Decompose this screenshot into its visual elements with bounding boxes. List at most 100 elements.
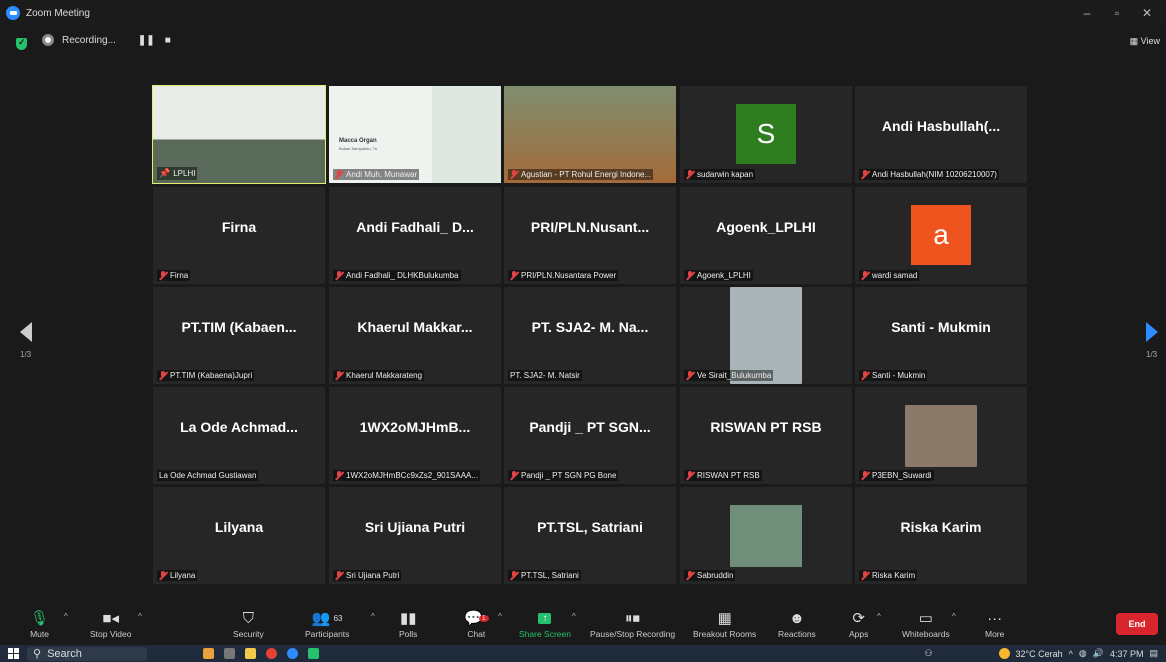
weather-sun-icon[interactable] [998, 648, 1010, 659]
participant-tile[interactable]: RISWAN PT RSB RISWAN PT RSB [680, 387, 852, 484]
meeting-status-bar: Recording... ❚❚ ■ ▦ View [0, 28, 1166, 58]
view-button[interactable]: ▦ View [1130, 36, 1160, 47]
more-button[interactable]: ··· More [985, 607, 1004, 640]
share-caret-icon[interactable]: ^ [572, 612, 576, 621]
participant-tile[interactable]: La Ode Achmad... La Ode Achmad Gustiawan [153, 387, 325, 484]
participant-tile[interactable]: Agustian - PT Rohul Energi Indone... [504, 86, 676, 183]
mic-muted-icon [335, 371, 343, 380]
notification-icon[interactable]: ▤ [1149, 648, 1158, 659]
participant-label-text: Agoenk_LPLHI [697, 271, 751, 280]
whiteboards-caret-icon[interactable]: ^ [952, 612, 956, 621]
participant-tile[interactable]: Sabruddin [680, 487, 852, 584]
mute-button[interactable]: 🎙 Mute [30, 607, 49, 639]
close-icon[interactable]: ✕ [1134, 0, 1160, 26]
chat-button[interactable]: 💬 1 Chat [464, 607, 489, 639]
mic-muted-icon [510, 170, 518, 179]
participant-tile[interactable]: Santi - Mukmin Santi - Mukmin [855, 287, 1027, 384]
participant-tile[interactable]: P3EBN_Suwardi [855, 387, 1027, 484]
participant-tile[interactable]: 1WX2oMJHmB... 1WX2oMJHmBCc9xZs2_901SAAA..… [329, 387, 501, 484]
participant-label-text: Santi - Mukmin [872, 371, 926, 380]
chrome-icon[interactable] [266, 648, 277, 659]
end-meeting-button[interactable]: End [1116, 613, 1158, 635]
mic-muted-icon [335, 571, 343, 580]
stop-recording-icon[interactable]: ■ [165, 35, 171, 46]
mic-muted-icon [510, 271, 518, 280]
pause-recording-icon[interactable]: ❚❚ [138, 35, 155, 46]
network-icon[interactable]: ◍ [1079, 648, 1087, 659]
stop-video-button[interactable]: ■◂ Stop Video [90, 607, 131, 639]
widgets-icon[interactable] [203, 648, 214, 659]
avatar: a [911, 205, 971, 265]
participant-tile[interactable]: Firna Firna [153, 187, 325, 284]
participant-tile[interactable]: 📌 LPLHI [152, 85, 326, 184]
clock[interactable]: 4:37 PM [1110, 649, 1144, 659]
participant-display-name: 1WX2oMJHmB... [359, 419, 471, 435]
participant-tile[interactable]: Andi Hasbullah(... Andi Hasbullah(NIM 102… [855, 86, 1027, 183]
participant-tile[interactable]: Riska Karim Riska Karim [855, 487, 1027, 584]
participant-display-name: Sri Ujiana Putri [364, 519, 466, 535]
security-button[interactable]: ⛉ Security [233, 607, 264, 640]
participants-button[interactable]: 👥 63 Participants [305, 607, 349, 639]
participant-tile[interactable]: Ssudarwin kapan [680, 86, 852, 183]
participant-label-text: 1WX2oMJHmBCc9xZs2_901SAAA... [346, 471, 479, 480]
participant-name-label: sudarwin kapan [684, 169, 756, 180]
tray-overflow-icon[interactable]: ^ [1069, 649, 1073, 659]
taskbar-search-box[interactable]: ⚲ Search [27, 646, 147, 661]
participant-grid: 📌 LPLHI Macca Organ Bukan Sampahku, Tu Andi … [152, 85, 1027, 584]
participant-tile[interactable]: PT.TSL, Satriani PT.TSL, Satriani [504, 487, 676, 584]
participant-label-text: PT. SJA2- M. Natsir [510, 371, 580, 380]
pause-stop-recording-button[interactable]: ⏸⏹ Pause/Stop Recording [590, 607, 675, 640]
recording-indicator: Recording... ❚❚ ■ [42, 34, 171, 46]
encryption-shield-icon[interactable] [16, 37, 27, 50]
participant-label-text: PT.TSL, Satriani [521, 571, 579, 580]
share-screen-icon: ↑ [538, 607, 552, 629]
participant-tile[interactable]: Agoenk_LPLHI Agoenk_LPLHI [680, 187, 852, 284]
participant-tile[interactable]: PRI/PLN.Nusant... PRI/PLN.Nusantara Power [504, 187, 676, 284]
participant-tile[interactable]: PT. SJA2- M. Na... PT. SJA2- M. Natsir [504, 287, 676, 384]
avatar [905, 405, 977, 467]
next-page-button[interactable]: 1/3 [1146, 322, 1166, 368]
volume-icon[interactable]: 🔊 [1093, 648, 1104, 659]
audio-options-caret-icon[interactable]: ^ [64, 612, 68, 621]
people-icon[interactable]: ⚇ [924, 648, 932, 659]
participant-tile[interactable]: Ve Sirait_Bulukumba [680, 287, 852, 384]
breakout-rooms-icon: ▦ [717, 610, 732, 627]
video-options-caret-icon[interactable]: ^ [138, 612, 142, 621]
reactions-button[interactable]: ☻ Reactions [778, 607, 816, 640]
windows-start-icon[interactable] [8, 648, 19, 659]
app-taskbar-icon[interactable] [308, 648, 319, 659]
weather-text[interactable]: 32°C Cerah [1016, 649, 1063, 659]
participant-tile[interactable]: a wardi samad [855, 187, 1027, 284]
minimize-icon[interactable]: – [1074, 0, 1100, 26]
participant-tile[interactable]: Macca Organ Bukan Sampahku, Tu Andi Muh. M… [329, 86, 501, 183]
participant-tile[interactable]: Khaerul Makkar... Khaerul Makkarateng [329, 287, 501, 384]
participants-caret-icon[interactable]: ^ [371, 612, 375, 621]
apps-caret-icon[interactable]: ^ [877, 612, 881, 621]
zoom-taskbar-icon[interactable] [287, 648, 298, 659]
previous-page-button[interactable]: 1/3 [20, 322, 40, 368]
participant-tile[interactable]: Sri Ujiana Putri Sri Ujiana Putri [329, 487, 501, 584]
participant-tile[interactable]: Pandji _ PT SGN... Pandji _ PT SGN PG Bon… [504, 387, 676, 484]
share-screen-button[interactable]: ↑ Share Screen [519, 607, 571, 639]
mic-muted-icon [686, 271, 694, 280]
whiteboards-button[interactable]: ▭ Whiteboards [902, 607, 950, 639]
participant-display-name: PT.TSL, Satriani [537, 519, 643, 535]
mic-muted-icon [159, 571, 167, 580]
participant-name-label: 📌 LPLHI [157, 167, 198, 180]
participant-label-text: PT.TIM (Kabaena)Jupri [170, 371, 253, 380]
participant-name-label: Riska Karim [859, 570, 918, 581]
chat-caret-icon[interactable]: ^ [498, 612, 502, 621]
microphone-icon: 🎙 [30, 610, 50, 627]
polls-button[interactable]: ▮▮ Polls [399, 607, 417, 639]
task-view-icon[interactable] [224, 648, 235, 659]
breakout-rooms-button[interactable]: ▦ Breakout Rooms [693, 607, 756, 639]
mic-muted-icon [335, 170, 343, 179]
participant-display-name: La Ode Achmad... [180, 419, 298, 435]
apps-button[interactable]: ⟳ Apps [849, 607, 868, 639]
file-explorer-icon[interactable] [245, 648, 256, 659]
zoom-logo-icon [6, 6, 20, 20]
participant-tile[interactable]: PT.TIM (Kabaen... PT.TIM (Kabaena)Jupri [153, 287, 325, 384]
maximize-icon[interactable]: ▫ [1104, 0, 1130, 26]
participant-tile[interactable]: Andi Fadhali_ D... Andi Fadhali_ DLHKBulu… [329, 187, 501, 284]
participant-tile[interactable]: Lilyana Lilyana [153, 487, 325, 584]
